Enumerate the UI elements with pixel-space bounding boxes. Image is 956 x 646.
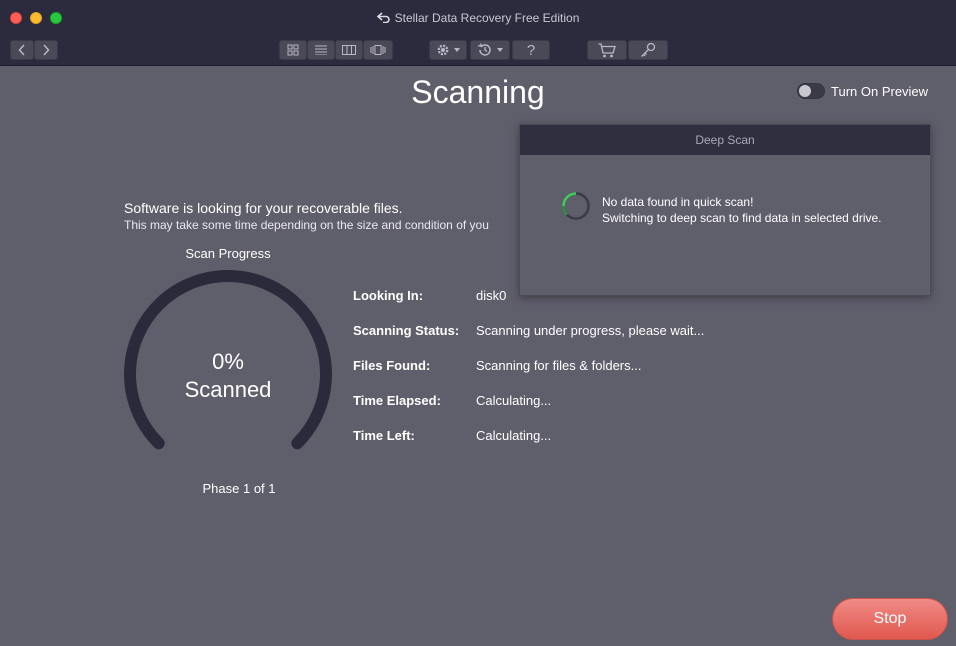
preview-toggle[interactable]: Turn On Preview [797,83,928,99]
history-menu-button[interactable] [470,40,510,60]
column-view-button[interactable] [335,40,363,60]
info-row-looking-in: Looking In: disk0 [353,288,506,306]
title-bar: Stellar Data Recovery Free Edition [0,0,956,36]
help-button[interactable]: ? [512,40,550,60]
activate-button[interactable] [628,40,668,60]
main-panel: Scanning Turn On Preview Software is loo… [0,66,956,646]
icon-view-button[interactable] [279,40,307,60]
buy-button[interactable] [587,40,627,60]
popover-title: Deep Scan [520,125,930,155]
chevron-left-icon [18,44,25,56]
scan-status-subtitle: This may take some time depending on the… [124,218,489,232]
app-back-icon [376,11,391,25]
cart-icon [598,42,616,57]
info-row-scanning-status: Scanning Status: Scanning under progress… [353,323,704,341]
info-row-time-elapsed: Time Elapsed: Calculating... [353,393,551,411]
stop-button[interactable]: Stop [832,598,948,640]
progress-percent: 0% [212,349,244,374]
info-row-time-left: Time Left: Calculating... [353,428,551,446]
info-row-files-found: Files Found: Scanning for files & folder… [353,358,641,376]
key-icon [641,42,656,57]
coverflow-icon [370,45,386,55]
preview-switch[interactable] [797,83,825,99]
scan-progress-label: Scan Progress [185,246,271,261]
info-key: Files Found: [353,358,431,373]
scan-status-title: Software is looking for your recoverable… [124,200,403,216]
columns-icon [342,45,356,55]
gear-icon [437,44,448,56]
info-key: Time Elapsed: [353,393,441,408]
popover-message-line1: No data found in quick scan! [602,195,754,209]
toolbar: ? [0,36,956,66]
settings-menu-button[interactable] [429,40,467,60]
list-view-button[interactable] [307,40,335,60]
list-icon [315,45,327,55]
info-key: Time Left: [353,428,415,443]
grid-icon [287,44,299,56]
caret-down-icon [496,48,503,52]
forward-button[interactable] [34,40,58,60]
caret-down-icon [453,48,460,52]
help-icon: ? [526,41,536,59]
coverflow-view-button[interactable] [363,40,393,60]
popover-message-line2: Switching to deep scan to find data in s… [602,211,882,225]
info-key: Looking In: [353,288,424,303]
history-icon [477,43,491,56]
progress-scanned-label: Scanned [184,377,272,402]
info-value: Scanning for files & folders... [476,358,642,373]
chevron-right-icon [43,44,50,56]
scan-phase: Phase 1 of 1 [202,481,276,496]
window-title: Stellar Data Recovery Free Edition [0,11,956,25]
info-value: Scanning under progress, please wait... [476,323,705,338]
back-button[interactable] [10,40,34,60]
info-key: Scanning Status: [353,323,460,338]
preview-toggle-label: Turn On Preview [831,83,929,99]
info-value: disk0 [476,288,507,303]
info-value: Calculating... [476,428,552,443]
deep-scan-popover: Deep Scan No data found in quick scan! S… [519,124,931,296]
info-value: Calculating... [476,393,552,408]
window-title-text: Stellar Data Recovery Free Edition [394,11,580,25]
loading-spinner-icon [562,192,590,220]
